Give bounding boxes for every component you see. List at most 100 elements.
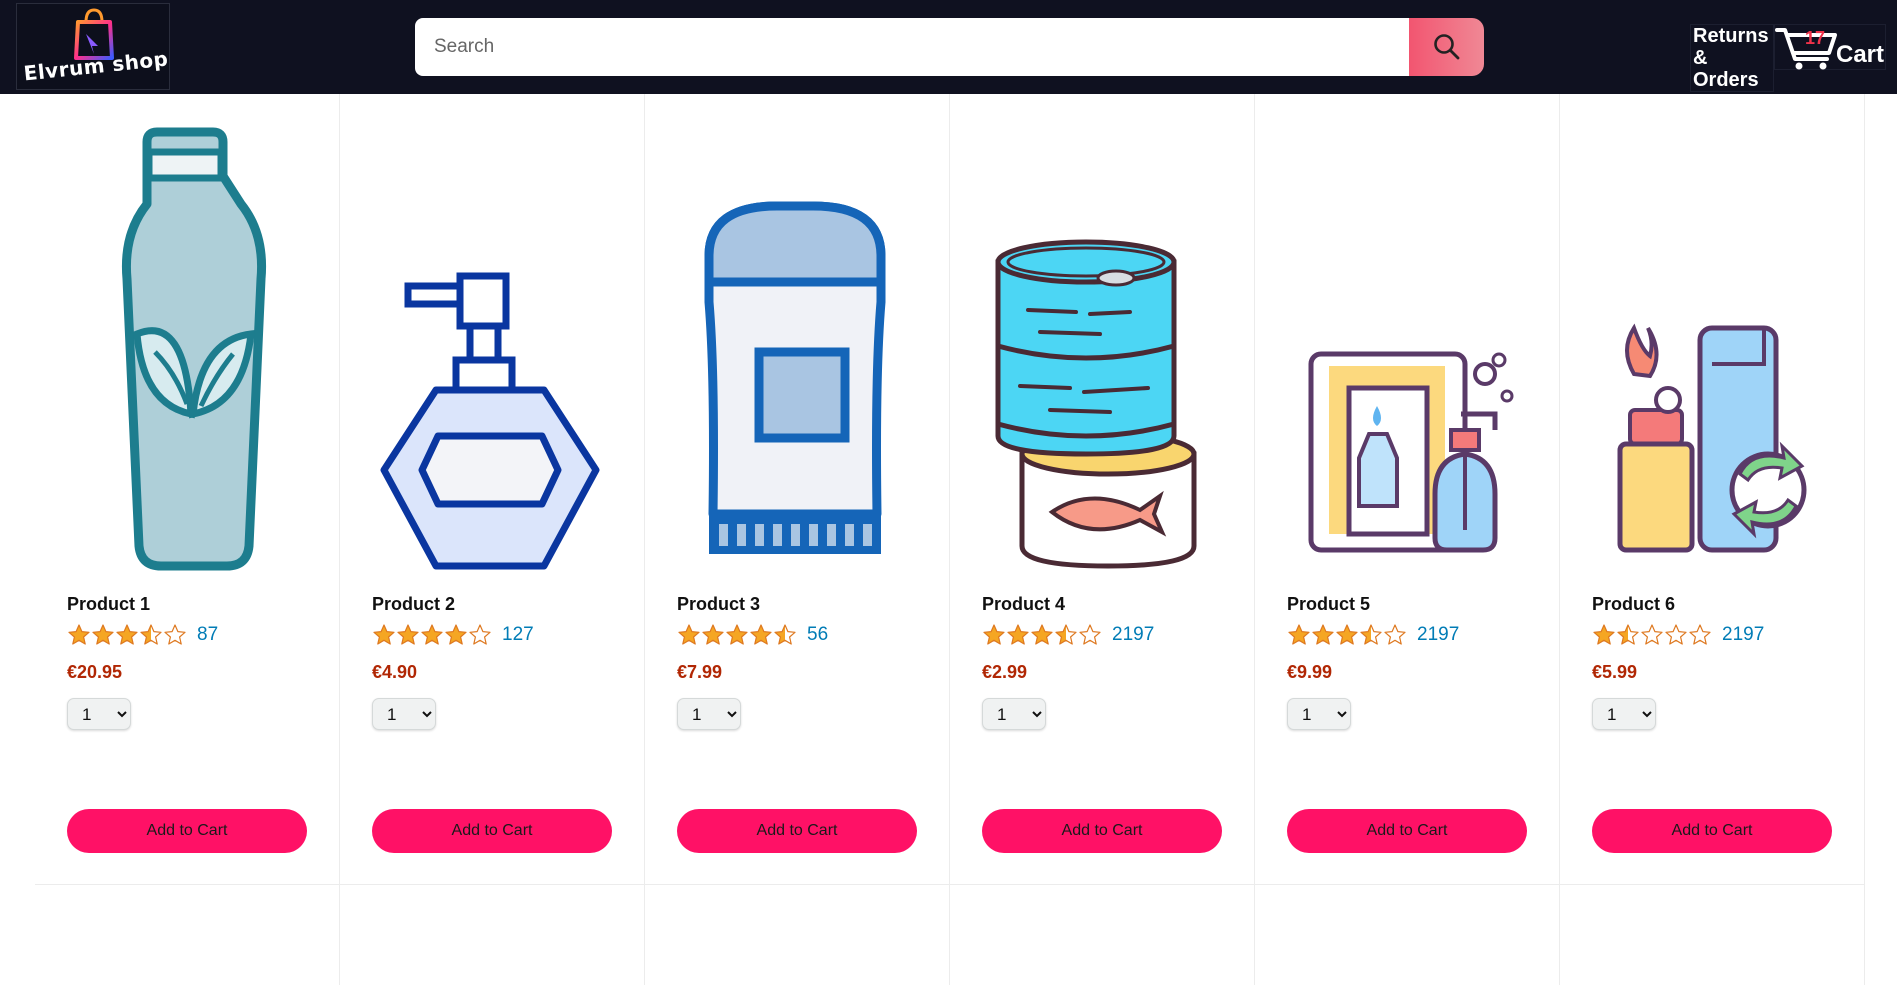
star-full-icon (1312, 624, 1334, 645)
rating-count[interactable]: 127 (502, 624, 534, 646)
quantity-select[interactable]: 1 (372, 698, 436, 730)
canned-fish-icon (995, 239, 1197, 569)
returns-label: Returns (1693, 25, 1769, 47)
product-grid: Product 1 87 €20.95 1 Add to Cart Produc… (35, 94, 1865, 985)
add-to-cart-button[interactable]: Add to Cart (677, 809, 917, 853)
product-price: €4.90 (372, 662, 418, 682)
add-to-cart-button[interactable]: Add to Cart (372, 809, 612, 853)
product-card: Product 5 2197 €9.99 1 Add to Cart (1255, 94, 1560, 885)
product-image[interactable] (1275, 114, 1535, 574)
add-to-cart-button[interactable]: Add to Cart (1592, 809, 1832, 853)
returns-orders-link[interactable]: Returns & Orders (1690, 24, 1774, 92)
orders-label: & Orders (1693, 47, 1759, 91)
search-icon (1433, 34, 1459, 60)
star-full-icon (116, 624, 138, 645)
rating-stars (677, 620, 797, 650)
star-empty-icon (1665, 624, 1687, 645)
product-price: €7.99 (677, 662, 723, 682)
product-card-row2 (1560, 885, 1865, 985)
quantity-select[interactable]: 1 (1592, 698, 1656, 730)
rating-count[interactable]: 87 (197, 624, 218, 646)
product-image[interactable] (360, 114, 620, 574)
quantity-select[interactable]: 1 (677, 698, 741, 730)
add-to-cart-button[interactable]: Add to Cart (982, 809, 1222, 853)
star-empty-icon (1641, 624, 1663, 645)
cart-button[interactable]: 17 Cart (1774, 24, 1886, 70)
shop-logo[interactable]: Elvrum shop (16, 3, 170, 90)
search-input[interactable] (415, 18, 1410, 76)
star-full-icon (397, 624, 419, 645)
search-bar (415, 18, 1484, 76)
star-full-icon (1007, 624, 1029, 645)
star-full-icon (421, 624, 443, 645)
product-card-row2 (1255, 885, 1560, 985)
product-name[interactable]: Product 5 (1287, 594, 1370, 615)
star-full-icon (373, 624, 395, 645)
rating-count[interactable]: 56 (807, 624, 828, 646)
star-full-icon (445, 624, 467, 645)
cart-label: Cart (1836, 41, 1885, 68)
star-full-icon (1336, 624, 1358, 645)
product-name[interactable]: Product 2 (372, 594, 455, 615)
star-half-icon (1617, 624, 1639, 645)
star-half-icon (774, 624, 796, 645)
add-to-cart-button[interactable]: Add to Cart (67, 809, 307, 853)
product-card-row2 (35, 885, 340, 985)
star-empty-icon (469, 624, 491, 645)
product-card: Product 2 127 €4.90 1 Add to Cart (340, 94, 645, 885)
product-name[interactable]: Product 4 (982, 594, 1065, 615)
rating-count[interactable]: 2197 (1722, 624, 1764, 646)
quantity-select[interactable]: 1 (1287, 698, 1351, 730)
shampoo-bottle-icon (121, 127, 267, 571)
star-full-icon (726, 624, 748, 645)
product-image[interactable] (1580, 114, 1840, 574)
star-full-icon (750, 624, 772, 645)
product-name[interactable]: Product 3 (677, 594, 760, 615)
rating-count[interactable]: 2197 (1417, 624, 1459, 646)
rating-stars (1287, 620, 1407, 650)
star-empty-icon (1079, 624, 1101, 645)
rating-stars (372, 620, 492, 650)
product-card: Product 4 2197 €2.99 1 Add to Cart (950, 94, 1255, 885)
rating-count[interactable]: 2197 (1112, 624, 1154, 646)
deodorant-stick-icon (704, 201, 886, 554)
star-full-icon (1288, 624, 1310, 645)
star-full-icon (1031, 624, 1053, 645)
rating-stars (67, 620, 187, 650)
product-price: €9.99 (1287, 662, 1333, 682)
star-full-icon (92, 624, 114, 645)
star-full-icon (1593, 624, 1615, 645)
star-half-icon (140, 624, 162, 645)
soap-refill-icon (1308, 351, 1514, 553)
product-name[interactable]: Product 6 (1592, 594, 1675, 615)
search-button[interactable] (1409, 18, 1484, 76)
perfume-pump-bottle-icon (380, 272, 600, 570)
top-header: Elvrum shop Returns & Orders 17 Cart (0, 0, 1897, 94)
product-price: €2.99 (982, 662, 1028, 682)
star-full-icon (678, 624, 700, 645)
product-image[interactable] (665, 114, 925, 574)
product-price: €20.95 (67, 662, 123, 682)
product-image[interactable] (970, 114, 1230, 574)
rating-stars (1592, 620, 1712, 650)
product-name[interactable]: Product 1 (67, 594, 150, 615)
quantity-select[interactable]: 1 (982, 698, 1046, 730)
rating-stars (982, 620, 1102, 650)
quantity-select[interactable]: 1 (67, 698, 131, 730)
product-card: Product 6 2197 €5.99 1 Add to Cart (1560, 94, 1865, 885)
product-card: Product 1 87 €20.95 1 Add to Cart (35, 94, 340, 885)
star-empty-icon (1689, 624, 1711, 645)
cart-count-badge: 17 (1804, 28, 1826, 48)
star-full-icon (983, 624, 1005, 645)
product-image[interactable] (55, 114, 315, 574)
star-half-icon (1055, 624, 1077, 645)
recyclable-containers-icon (1617, 323, 1807, 553)
star-empty-icon (1384, 624, 1406, 645)
product-price: €5.99 (1592, 662, 1638, 682)
add-to-cart-button[interactable]: Add to Cart (1287, 809, 1527, 853)
star-empty-icon (164, 624, 186, 645)
star-full-icon (68, 624, 90, 645)
product-card-row2 (645, 885, 950, 985)
product-card-row2 (950, 885, 1255, 985)
star-half-icon (1360, 624, 1382, 645)
